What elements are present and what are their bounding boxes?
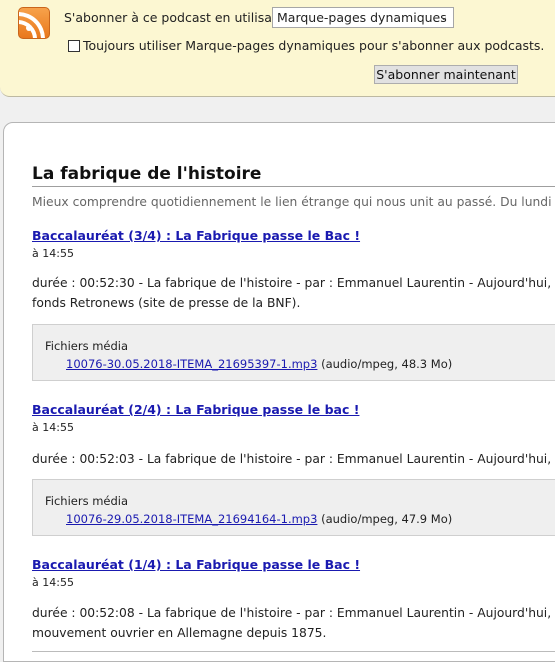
- rss-feed-icon: [18, 7, 50, 39]
- chevron-down-icon: ⌄: [439, 12, 448, 23]
- media-files-box: Fichiers média 10076-29.05.2018-ITEMA_21…: [32, 479, 555, 536]
- episode-title-link[interactable]: Baccalauréat (2/4) : La Fabrique passe l…: [32, 402, 359, 417]
- title-divider: [32, 186, 555, 187]
- media-file-link[interactable]: 10076-30.05.2018-ITEMA_21695397-1.mp3: [66, 357, 317, 371]
- episode-time: à 14:55: [32, 421, 74, 434]
- always-use-checkbox[interactable]: [68, 40, 80, 52]
- episode-description-line: durée : 00:52:03 - La fabrique de l'hist…: [32, 452, 555, 466]
- episode-time: à 14:55: [32, 247, 74, 260]
- episode-title-link[interactable]: Baccalauréat (3/4) : La Fabrique passe l…: [32, 228, 360, 243]
- episode-description-line: mouvement ouvrier en Allemagne depuis 18…: [32, 626, 327, 640]
- episode-description-line: fonds Retronews (site de presse de la BN…: [32, 296, 301, 310]
- reader-select[interactable]: Marque-pages dynamiques ⌄: [272, 7, 454, 28]
- episode-description: durée : 00:52:08 - La fabrique de l'hist…: [32, 603, 555, 643]
- subscribe-now-button[interactable]: S'abonner maintenant: [374, 65, 518, 84]
- media-file-info: (audio/mpeg, 47.9 Mo): [321, 512, 453, 526]
- episode-divider: [32, 651, 555, 652]
- media-file-link[interactable]: 10076-29.05.2018-ITEMA_21694164-1.mp3: [66, 512, 317, 526]
- episode-description: durée : 00:52:30 - La fabrique de l'hist…: [32, 273, 555, 313]
- media-files-box: Fichiers média 10076-30.05.2018-ITEMA_21…: [32, 324, 555, 381]
- episode-title-link[interactable]: Baccalauréat (1/4) : La Fabrique passe l…: [32, 557, 360, 572]
- feed-subtitle: Mieux comprendre quotidiennement le lien…: [32, 195, 555, 209]
- media-file-entry: 10076-29.05.2018-ITEMA_21694164-1.mp3 (a…: [66, 512, 452, 526]
- always-use-row: Toujours utiliser Marque-pages dynamique…: [68, 38, 544, 53]
- reader-select-value: Marque-pages dynamiques: [277, 10, 447, 25]
- media-files-label: Fichiers média: [45, 494, 129, 508]
- episode-description-line: durée : 00:52:30 - La fabrique de l'hist…: [32, 276, 555, 290]
- media-files-label: Fichiers média: [45, 339, 129, 353]
- subscribe-label: S'abonner à ce podcast en utilisant: [64, 10, 285, 25]
- episode-time: à 14:55: [32, 576, 74, 589]
- media-file-entry: 10076-30.05.2018-ITEMA_21695397-1.mp3 (a…: [66, 357, 452, 371]
- media-file-info: (audio/mpeg, 48.3 Mo): [321, 357, 453, 371]
- feed-content: La fabrique de l'histoire Mieux comprend…: [3, 122, 555, 662]
- always-use-label: Toujours utiliser Marque-pages dynamique…: [83, 38, 545, 53]
- episode-description: durée : 00:52:03 - La fabrique de l'hist…: [32, 449, 555, 469]
- feed-title: La fabrique de l'histoire: [32, 164, 262, 184]
- subscribe-panel: S'abonner à ce podcast en utilisant Marq…: [0, 0, 555, 97]
- episode-description-line: durée : 00:52:08 - La fabrique de l'hist…: [32, 606, 555, 620]
